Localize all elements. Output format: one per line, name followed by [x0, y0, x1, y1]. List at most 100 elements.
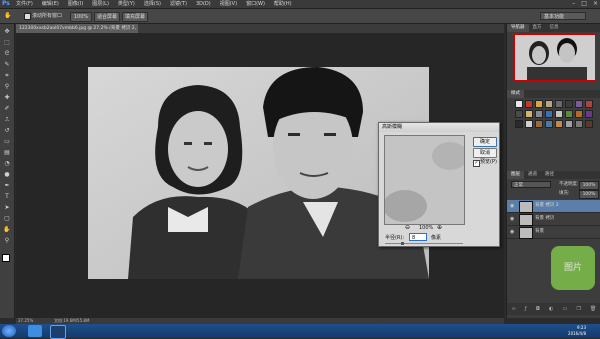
visibility-eye-icon[interactable]: ◉ [510, 216, 514, 222]
type-tool-icon[interactable]: T [3, 193, 11, 200]
preview-checkbox[interactable]: ✓ [473, 160, 480, 167]
style-swatch[interactable] [525, 110, 533, 118]
style-swatch[interactable] [565, 120, 573, 128]
eyedropper-tool-icon[interactable]: ⚲ [3, 83, 11, 90]
pen-tool-icon[interactable]: ✒ [3, 182, 11, 189]
style-swatch[interactable] [545, 100, 553, 108]
tab-histogram[interactable]: 直方 [529, 24, 546, 32]
maximize-button[interactable]: □ [581, 0, 587, 8]
style-swatch[interactable] [545, 110, 553, 118]
radius-slider-thumb[interactable] [401, 242, 405, 245]
style-swatch[interactable] [535, 100, 543, 108]
brush-tool-icon[interactable]: ✐ [3, 105, 11, 112]
tab-styles[interactable]: 样式 [507, 90, 524, 98]
style-swatch[interactable] [555, 100, 563, 108]
blend-mode-select[interactable]: 正常 [511, 181, 551, 188]
cancel-button[interactable]: 取消 [473, 148, 497, 158]
visibility-eye-icon[interactable]: ◉ [510, 203, 514, 209]
style-swatch[interactable] [565, 110, 573, 118]
folder-icon[interactable]: ▭ [562, 306, 567, 312]
gradient-tool-icon[interactable]: ▤ [3, 149, 11, 156]
menu-item[interactable]: 视图(V) [220, 0, 237, 8]
menu-item[interactable]: 帮助(H) [274, 0, 292, 8]
style-swatch[interactable] [575, 100, 583, 108]
menu-item[interactable]: 文件(F) [16, 0, 33, 8]
new-layer-icon[interactable]: ❐ [576, 306, 580, 312]
menu-item[interactable]: 编辑(E) [42, 0, 59, 8]
visibility-eye-icon[interactable]: ◉ [510, 229, 514, 235]
layer-row[interactable]: ◉ 背景 拷贝 [507, 213, 600, 226]
style-swatch[interactable] [585, 120, 593, 128]
style-swatch[interactable] [515, 120, 523, 128]
tab-layers[interactable]: 图层 [507, 171, 524, 179]
style-swatch[interactable] [515, 110, 523, 118]
zoom-tool-icon[interactable]: ⚲ [3, 237, 11, 244]
menu-item[interactable]: 类型(Y) [118, 0, 135, 8]
move-tool-icon[interactable]: ✥ [3, 28, 11, 35]
style-swatch[interactable] [525, 120, 533, 128]
clone-stamp-icon[interactable]: ⎍ [3, 116, 11, 123]
style-swatch[interactable] [555, 110, 563, 118]
hand-tool-icon[interactable]: ✋ [3, 226, 11, 233]
style-swatch[interactable] [545, 120, 553, 128]
radius-slider[interactable] [385, 243, 463, 244]
fill-screen-button[interactable]: 填充屏幕 [122, 12, 148, 22]
zoom-in-icon[interactable]: ⊕ [437, 224, 442, 231]
zoom-out-icon[interactable]: ⊖ [405, 224, 410, 231]
start-button-icon[interactable] [2, 325, 16, 337]
ok-button[interactable]: 确定 [473, 137, 497, 147]
style-swatch[interactable] [535, 110, 543, 118]
mask-icon[interactable]: ◘ [536, 306, 540, 312]
navigator-thumbnail[interactable] [514, 34, 596, 81]
dialog-title[interactable]: 高斯模糊 [379, 123, 499, 132]
style-swatch[interactable] [525, 100, 533, 108]
tab-navigator[interactable]: 导航器 [507, 24, 529, 32]
crop-tool-icon[interactable]: ⌗ [3, 72, 11, 79]
menu-item[interactable]: 选择(S) [144, 0, 161, 8]
tab-paths[interactable]: 路径 [541, 171, 558, 179]
dodge-tool-icon[interactable]: ● [3, 171, 11, 178]
style-swatch[interactable] [565, 100, 573, 108]
tab-info[interactable]: 信息 [546, 24, 563, 32]
fit-screen-button[interactable]: 适合屏幕 [94, 12, 120, 22]
adjustment-icon[interactable]: ◐ [549, 306, 553, 312]
zoom-100-button[interactable]: 100% [70, 12, 92, 22]
fx-icon[interactable]: ƒ [525, 306, 527, 312]
layer-row[interactable]: ◉ 背景 [507, 226, 600, 239]
healing-brush-icon[interactable]: ✚ [3, 94, 11, 101]
link-icon[interactable]: ∞ [512, 306, 516, 312]
blur-tool-icon[interactable]: ◔ [3, 160, 11, 167]
path-select-icon[interactable]: ➤ [3, 204, 11, 211]
marquee-tool-icon[interactable]: ⬚ [3, 39, 11, 46]
layer-row[interactable]: ◉ 背景 拷贝 2 [507, 200, 600, 213]
style-swatch[interactable] [535, 120, 543, 128]
foreground-color-swatch[interactable] [2, 254, 10, 262]
quick-select-tool-icon[interactable]: ✎ [3, 61, 11, 68]
radius-input[interactable]: 8 [409, 233, 427, 241]
menu-item[interactable]: 图层(L) [92, 0, 109, 8]
style-swatch[interactable] [585, 100, 593, 108]
scroll-all-windows-checkbox[interactable] [24, 13, 31, 20]
close-button[interactable]: × [593, 0, 598, 8]
menu-item[interactable]: 3D(D) [196, 0, 211, 8]
shape-tool-icon[interactable]: ▢ [3, 215, 11, 222]
menu-item[interactable]: 图像(I) [68, 0, 83, 8]
opacity-input[interactable]: 100% [579, 181, 599, 190]
menu-item[interactable]: 窗口(W) [246, 0, 265, 8]
style-swatch[interactable] [575, 110, 583, 118]
lasso-tool-icon[interactable]: ᘓ [3, 50, 11, 57]
workspace-select[interactable]: 基本功能 [540, 12, 586, 20]
style-swatch[interactable] [515, 100, 523, 108]
fill-input[interactable]: 100% [579, 190, 599, 199]
photoshop-taskbar-icon[interactable] [50, 325, 66, 339]
tab-channels[interactable]: 通道 [524, 171, 541, 179]
dialog-preview[interactable] [384, 135, 465, 225]
menu-item[interactable]: 滤镜(T) [170, 0, 187, 8]
trash-icon[interactable]: 🗑 [590, 306, 596, 312]
style-swatch[interactable] [585, 110, 593, 118]
document-tab[interactable]: 122300xxsb2aol07vmbb6.jpg @ 27.2% (背景 拷贝… [16, 24, 138, 33]
style-swatch[interactable] [555, 120, 563, 128]
style-swatch[interactable] [575, 120, 583, 128]
eraser-tool-icon[interactable]: ▭ [3, 138, 11, 145]
minimize-button[interactable]: – [572, 0, 575, 8]
